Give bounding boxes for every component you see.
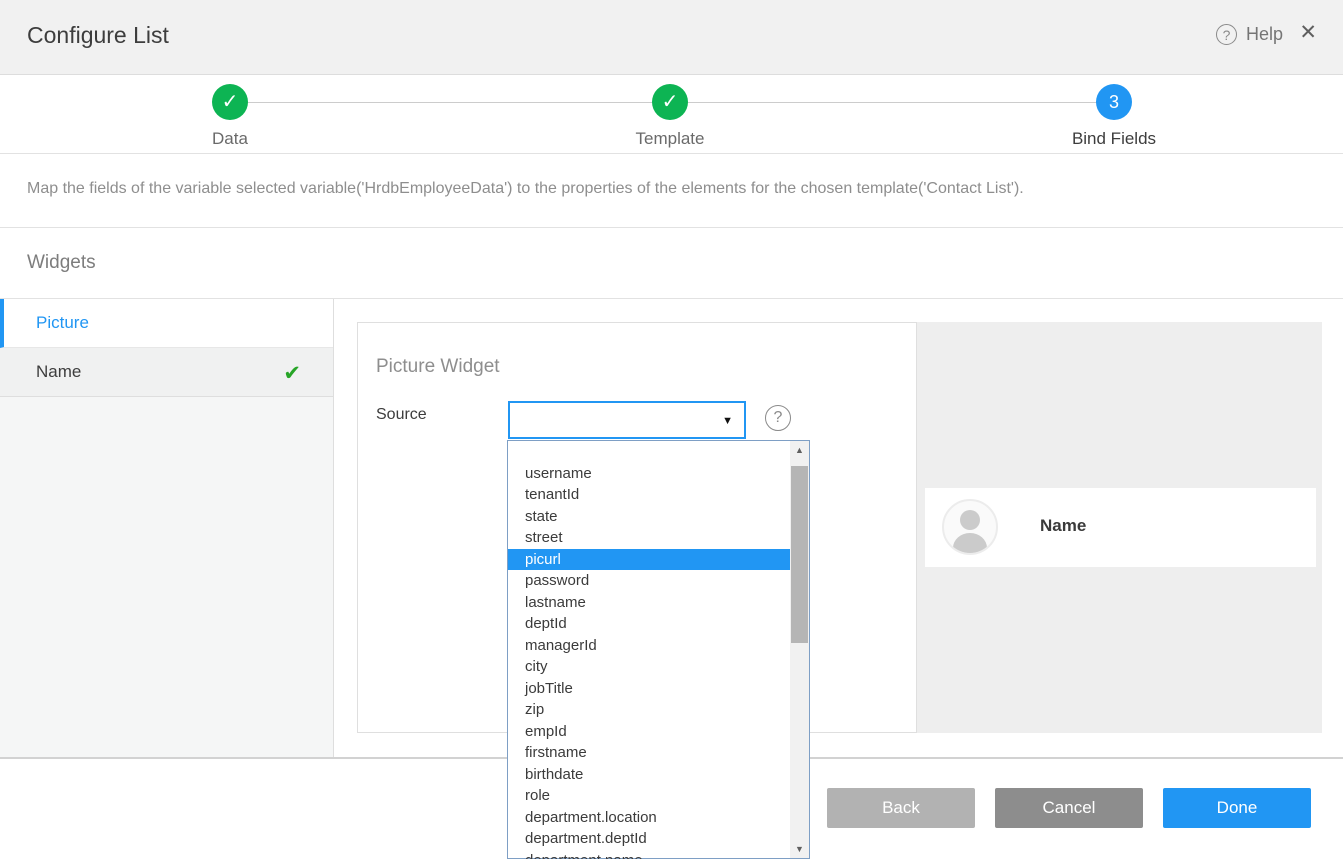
step-label: Template (570, 129, 770, 149)
source-select[interactable]: ▼ (508, 401, 746, 439)
cancel-button[interactable]: Cancel (995, 788, 1143, 828)
widgets-section-header: Widgets (0, 228, 1343, 299)
dropdown-option[interactable]: username (508, 463, 791, 485)
dropdown-option[interactable]: picurl (508, 549, 791, 571)
dropdown-option[interactable]: empId (508, 721, 791, 743)
dropdown-option[interactable]: role (508, 785, 791, 807)
wizard-stepper: ✓ Data ✓ Template 3 Bind Fields (0, 75, 1343, 154)
step-complete-icon: ✓ (652, 84, 688, 120)
widgets-sidebar: Picture Name ✔ (0, 299, 334, 757)
dropdown-option[interactable]: state (508, 506, 791, 528)
configure-list-dialog: Configure List ? Help ✕ ✓ Data ✓ Templat… (0, 0, 1343, 859)
check-icon: ✓ (662, 92, 679, 112)
dropdown-option[interactable]: zip (508, 699, 791, 721)
close-icon[interactable]: ✕ (1299, 22, 1317, 43)
dropdown-option[interactable]: tenantId (508, 484, 791, 506)
description-text: Map the fields of the variable selected … (27, 180, 1024, 198)
scrollbar-thumb[interactable] (791, 466, 808, 643)
template-preview-panel: Name (917, 322, 1322, 733)
source-label: Source (376, 406, 427, 424)
dialog-header: Configure List ? Help ✕ (0, 0, 1343, 75)
dropdown-option[interactable] (508, 441, 791, 463)
dropdown-option[interactable]: street (508, 527, 791, 549)
sidebar-item-name[interactable]: Name ✔ (0, 348, 333, 397)
source-help-icon[interactable]: ? (765, 405, 791, 431)
dropdown-option[interactable]: deptId (508, 613, 791, 635)
panel-title: Picture Widget (376, 356, 500, 378)
dropdown-option[interactable]: jobTitle (508, 678, 791, 700)
source-dropdown-list: usernametenantIdstatestreetpicurlpasswor… (508, 441, 791, 859)
dropdown-option[interactable]: firstname (508, 742, 791, 764)
description-section: Map the fields of the variable selected … (0, 154, 1343, 228)
sidebar-item-label: Name (36, 362, 81, 382)
dropdown-option[interactable]: managerId (508, 635, 791, 657)
done-button[interactable]: Done (1163, 788, 1311, 828)
page-title: Configure List (27, 22, 169, 49)
dropdown-option[interactable]: birthdate (508, 764, 791, 786)
step-complete-icon: ✓ (212, 84, 248, 120)
widgets-title: Widgets (27, 252, 96, 274)
source-dropdown: usernametenantIdstatestreetpicurlpasswor… (507, 440, 810, 859)
step-bind-fields[interactable]: 3 Bind Fields (1014, 75, 1214, 149)
scroll-up-icon[interactable]: ▲ (790, 441, 809, 459)
sidebar-item-label: Picture (36, 313, 89, 333)
preview-item-label: Name (1040, 516, 1086, 536)
step-template[interactable]: ✓ Template (570, 75, 770, 149)
avatar (942, 499, 998, 555)
check-icon: ✓ (222, 92, 239, 112)
step-label: Bind Fields (1014, 129, 1214, 149)
person-icon (944, 501, 996, 553)
step-data[interactable]: ✓ Data (130, 75, 330, 149)
dropdown-option[interactable]: department.location (508, 807, 791, 829)
step-label: Data (130, 129, 330, 149)
dropdown-scrollbar[interactable]: ▲ ▼ (790, 441, 809, 858)
scroll-down-icon[interactable]: ▼ (790, 840, 809, 858)
dropdown-option[interactable]: password (508, 570, 791, 592)
help-button[interactable]: ? Help (1216, 24, 1283, 45)
sidebar-item-picture[interactable]: Picture (0, 299, 333, 348)
dropdown-option[interactable]: city (508, 656, 791, 678)
preview-contact-card: Name (925, 488, 1316, 567)
help-label: Help (1246, 24, 1283, 45)
help-icon: ? (1216, 24, 1237, 45)
dropdown-option[interactable]: department.name (508, 850, 791, 859)
step-number-icon: 3 (1096, 84, 1132, 120)
bound-check-icon: ✔ (283, 361, 301, 386)
back-button[interactable]: Back (827, 788, 975, 828)
chevron-down-icon: ▼ (722, 415, 733, 427)
dropdown-option[interactable]: lastname (508, 592, 791, 614)
dropdown-option[interactable]: department.deptId (508, 828, 791, 850)
